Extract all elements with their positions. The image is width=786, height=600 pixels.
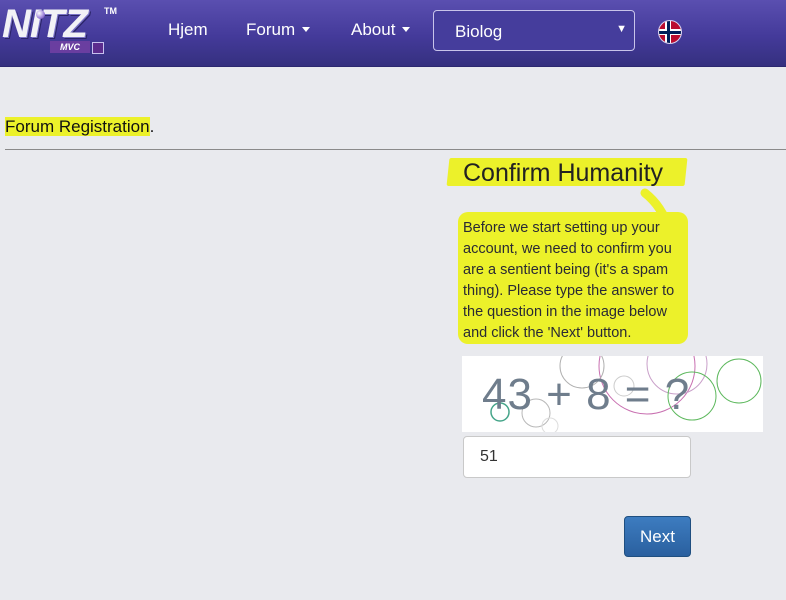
logo-square — [92, 42, 104, 54]
captcha-question: 43 + 8 = ? — [482, 370, 691, 419]
captcha-image: 43 + 8 = ? — [462, 317, 763, 435]
instructions-text: Before we start setting up your account,… — [463, 220, 675, 341]
next-button[interactable]: Next — [624, 516, 691, 557]
breadcrumb: Forum Registration. — [5, 117, 154, 137]
nav-about-label: About — [351, 20, 396, 39]
top-navbar: NITZ TM MVC Hjem Forum About Biolog ▼ — [0, 0, 786, 67]
logo-mvc-label: MVC — [50, 41, 90, 53]
page-title: Confirm Humanity — [463, 159, 664, 187]
logo-trademark: TM — [104, 6, 117, 16]
divider — [5, 149, 786, 150]
chevron-down-icon — [302, 27, 311, 33]
section-select-value: Biolog — [455, 22, 503, 41]
breadcrumb-suffix: . — [149, 117, 155, 136]
nav-forum-label: Forum — [246, 20, 296, 39]
section-select[interactable]: Biolog ▼ — [433, 10, 635, 51]
nav-about-dropdown[interactable]: About — [351, 20, 411, 40]
dropdown-arrow-icon: ▼ — [616, 23, 627, 35]
breadcrumb-label: Forum Registration — [5, 117, 150, 136]
nav-home-link[interactable]: Hjem — [168, 20, 208, 40]
site-logo[interactable]: NITZ TM MVC — [0, 2, 118, 60]
nav-forum-dropdown[interactable]: Forum — [246, 20, 311, 40]
chevron-down-icon — [402, 27, 411, 33]
captcha-answer-input[interactable] — [463, 436, 691, 478]
logo-dot — [36, 10, 45, 19]
norway-flag-icon[interactable] — [658, 20, 682, 44]
